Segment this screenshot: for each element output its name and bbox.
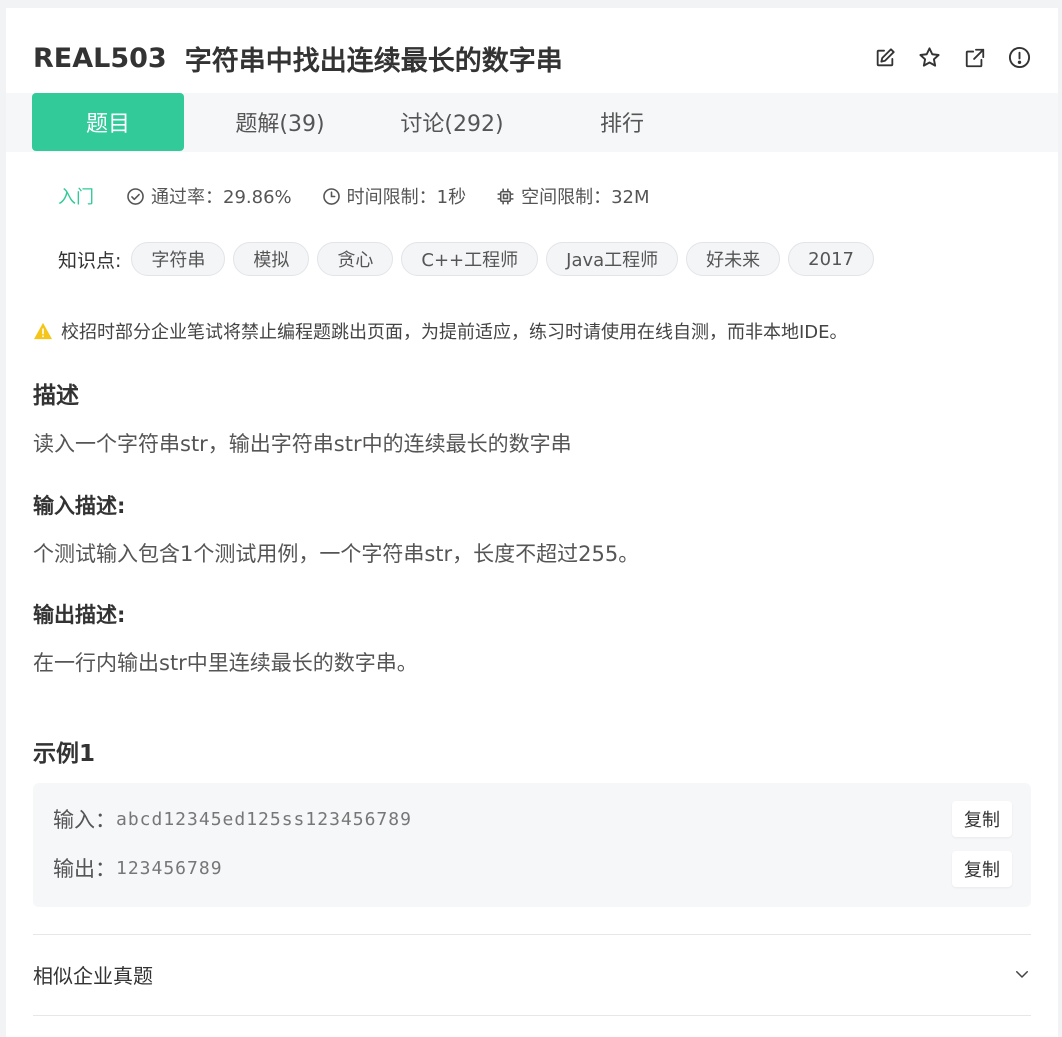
- output-desc-text: 在一行内输出str中里连续最长的数字串。: [33, 651, 418, 675]
- description-heading: 描述: [33, 383, 79, 409]
- time-limit-text: 时间限制：1秒: [346, 187, 467, 208]
- tab-ranking[interactable]: 排行: [546, 93, 698, 151]
- tab-solutions[interactable]: 题解(39): [204, 93, 356, 151]
- copy-output-button[interactable]: 复制: [952, 851, 1012, 887]
- divider: [33, 1015, 1031, 1016]
- problem-code: REAL503: [33, 42, 167, 74]
- star-icon[interactable]: [917, 45, 942, 70]
- tag-item[interactable]: 2017: [788, 242, 874, 276]
- output-desc-heading: 输出描述:: [33, 603, 126, 627]
- description-text: 读入一个字符串str，输出字符串str中的连续最长的数字串: [33, 432, 572, 456]
- example-heading: 示例1: [33, 741, 96, 767]
- check-circle-icon: [127, 187, 144, 205]
- tag-item[interactable]: 模拟: [233, 242, 310, 276]
- exam-notice: 校招时部分企业笔试将禁止编程题跳出页面，为提前适应，练习时请使用在线自测，而非本…: [33, 318, 848, 344]
- tab-problem[interactable]: 题目: [32, 93, 184, 151]
- example-output-value: 123456789: [116, 857, 223, 879]
- edit-icon[interactable]: [872, 45, 897, 70]
- example-input-line: 输入： abcd12345ed125ss123456789: [53, 804, 412, 834]
- copy-input-button[interactable]: 复制: [952, 801, 1012, 837]
- input-desc-heading: 输入描述:: [33, 494, 126, 518]
- example-input-label: 输入：: [53, 808, 116, 832]
- tag-item[interactable]: 字符串: [131, 242, 226, 276]
- tag-item[interactable]: C++工程师: [401, 242, 539, 276]
- input-desc-text: 个测试输入包含1个测试用例，一个字符串str，长度不超过255。: [33, 542, 640, 566]
- report-icon[interactable]: [1007, 45, 1032, 70]
- similar-questions-label: 相似企业真题: [33, 963, 153, 988]
- problem-title-row: REAL503 字符串中找出连续最长的数字串: [33, 38, 563, 78]
- similar-questions-toggle[interactable]: 相似企业真题: [33, 959, 1031, 989]
- notice-text: 校招时部分企业笔试将禁止编程题跳出页面，为提前适应，练习时请使用在线自测，而非本…: [61, 322, 848, 343]
- space-limit: 空间限制：32M: [496, 183, 650, 209]
- knowledge-label: 知识点:: [58, 249, 122, 272]
- clock-icon: [322, 187, 340, 205]
- pass-rate: 通过率：29.86%: [126, 183, 292, 209]
- tag-item[interactable]: Java工程师: [546, 242, 679, 276]
- example-output-line: 输出： 123456789: [53, 853, 223, 883]
- pass-rate-text: 通过率：29.86%: [151, 187, 292, 208]
- warning-icon: [34, 322, 52, 340]
- space-limit-text: 空间限制：32M: [521, 187, 650, 208]
- tab-bar: 题目 题解(39) 讨论(292) 排行: [6, 93, 1058, 152]
- problem-meta: 入门 通过率：29.86% 时间限制：1秒 空间限制：32M: [58, 183, 680, 209]
- problem-card: REAL503 字符串中找出连续最长的数字串 题目 题解(39) 讨论(292)…: [6, 8, 1058, 1037]
- example-box: 输入： abcd12345ed125ss123456789 复制 输出： 123…: [33, 783, 1031, 907]
- problem-title: 字符串中找出连续最长的数字串: [184, 45, 563, 77]
- example-input-value: abcd12345ed125ss123456789: [116, 808, 412, 830]
- chevron-down-icon: [1016, 971, 1028, 978]
- tab-discussion[interactable]: 讨论(292): [376, 93, 528, 151]
- chip-icon: [497, 188, 514, 204]
- divider: [33, 934, 1031, 935]
- example-output-label: 输出：: [53, 857, 116, 881]
- title-actions: [872, 45, 1032, 70]
- time-limit: 时间限制：1秒: [322, 183, 466, 209]
- knowledge-tags: 知识点: 字符串 模拟 贪心 C++工程师 Java工程师 好未来 2017: [58, 241, 882, 277]
- share-icon[interactable]: [962, 45, 987, 70]
- difficulty-level: 入门: [58, 187, 94, 208]
- tag-item[interactable]: 贪心: [317, 242, 394, 276]
- tag-item[interactable]: 好未来: [686, 242, 781, 276]
